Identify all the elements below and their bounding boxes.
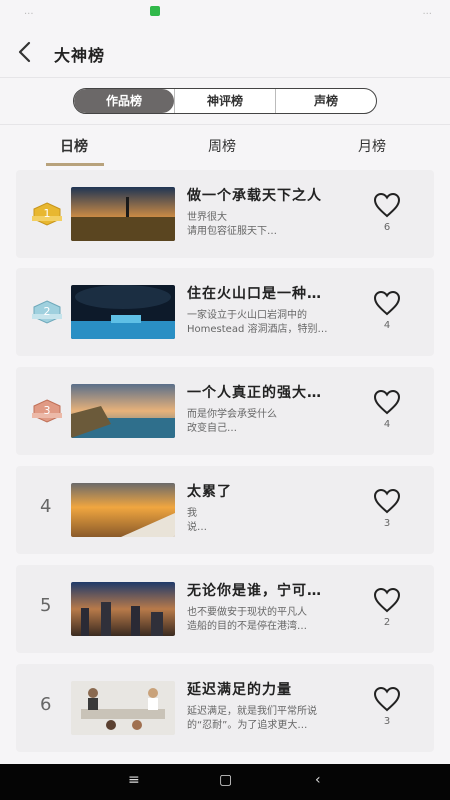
- heart-icon[interactable]: [373, 488, 401, 514]
- heart-icon[interactable]: [373, 587, 401, 613]
- silver-medal-icon: 2: [32, 300, 62, 324]
- item-title: 住在火山口是一种…: [187, 286, 322, 302]
- heart-icon[interactable]: [373, 686, 401, 712]
- item-title: 延迟满足的力量: [187, 682, 292, 698]
- menu-icon[interactable]: ≡: [128, 772, 140, 788]
- rank-number: 5: [40, 595, 52, 616]
- item-title: 做一个承载天下之人: [187, 188, 322, 204]
- heart-icon[interactable]: [373, 192, 401, 218]
- rank-number: 6: [40, 694, 52, 715]
- status-left-text: ...: [24, 6, 34, 17]
- list-item[interactable]: 1 做一个承载天下之人 世界很大 请用包容征服天下… 6: [16, 170, 434, 258]
- tab-monthly[interactable]: 月榜: [358, 136, 386, 156]
- like-count: 3: [383, 716, 391, 727]
- list-item[interactable]: 5 无论你是谁，宁可… 也不要做安于现状的平凡人 造船的目的不是停在港湾… 2: [16, 565, 434, 653]
- item-description: 我说…: [187, 508, 207, 533]
- rank-number: 4: [40, 496, 52, 517]
- list-item[interactable]: 6 延迟满足的力量 延迟满足，就是我们平常所说 的“忍耐”。为了追求更大… 3: [16, 664, 434, 752]
- gold-medal-icon: 1: [32, 202, 62, 226]
- tab-weekly[interactable]: 周榜: [208, 136, 236, 156]
- thumbnail-image: [71, 285, 175, 339]
- segment-divider: [0, 124, 450, 125]
- system-nav-bar: ≡ ▢ ‹: [0, 764, 450, 800]
- thumbnail-image: [71, 681, 175, 735]
- item-description: 也不要做安于现状的平凡人 造船的目的不是停在港湾…: [187, 607, 307, 632]
- list-item[interactable]: 4 太累了 我说… 3: [16, 466, 434, 554]
- page-title: 大神榜: [54, 46, 106, 65]
- svg-text:3: 3: [44, 404, 51, 417]
- svg-text:2: 2: [44, 305, 51, 318]
- thumbnail-image: [71, 483, 175, 537]
- header: 大神榜: [0, 26, 450, 78]
- home-icon[interactable]: ▢: [219, 772, 232, 788]
- status-right-text: ...: [422, 6, 432, 17]
- item-description: 世界很大 请用包容征服天下…: [187, 212, 277, 237]
- period-tabs: 日榜 周榜 月榜: [0, 126, 450, 168]
- header-divider: [0, 77, 450, 78]
- item-description: 延迟满足，就是我们平常所说 的“忍耐”。为了追求更大…: [187, 706, 317, 731]
- tab-daily[interactable]: 日榜: [60, 136, 88, 156]
- wechat-notification-icon: [150, 6, 160, 16]
- status-bar: ... ...: [0, 0, 450, 26]
- like-count: 4: [383, 419, 391, 430]
- segment-comments[interactable]: 神评榜: [174, 89, 275, 113]
- heart-icon[interactable]: [373, 290, 401, 316]
- active-tab-indicator: [46, 163, 104, 166]
- list-item[interactable]: 2 住在火山口是一种… 一家设立于火山口岩洞中的 Homestead 溶洞酒店，特…: [16, 268, 434, 356]
- like-count: 2: [383, 617, 391, 628]
- list-item[interactable]: 3 一个人真正的强大… 而是你学会承受什么 改变自己… 4: [16, 367, 434, 455]
- thumbnail-image: [71, 582, 175, 636]
- segment-works[interactable]: 作品榜: [74, 89, 174, 113]
- heart-icon[interactable]: [373, 389, 401, 415]
- thumbnail-image: [71, 187, 175, 241]
- like-count: 4: [383, 320, 391, 331]
- item-title: 无论你是谁，宁可…: [187, 583, 322, 599]
- thumbnail-image: [71, 384, 175, 438]
- svg-text:1: 1: [44, 207, 51, 220]
- item-title: 一个人真正的强大…: [187, 385, 322, 401]
- item-description: 一家设立于火山口岩洞中的 Homestead 溶洞酒店，特别…: [187, 310, 328, 335]
- segment-voice[interactable]: 声榜: [275, 89, 376, 113]
- item-description: 而是你学会承受什么 改变自己…: [187, 409, 277, 434]
- like-count: 3: [383, 518, 391, 529]
- item-title: 太累了: [187, 484, 232, 500]
- back-icon[interactable]: ‹: [315, 772, 321, 788]
- like-count: 6: [383, 222, 391, 233]
- category-switch: 作品榜 神评榜 声榜: [73, 88, 377, 114]
- bronze-medal-icon: 3: [32, 399, 62, 423]
- back-arrow-icon[interactable]: [14, 40, 38, 64]
